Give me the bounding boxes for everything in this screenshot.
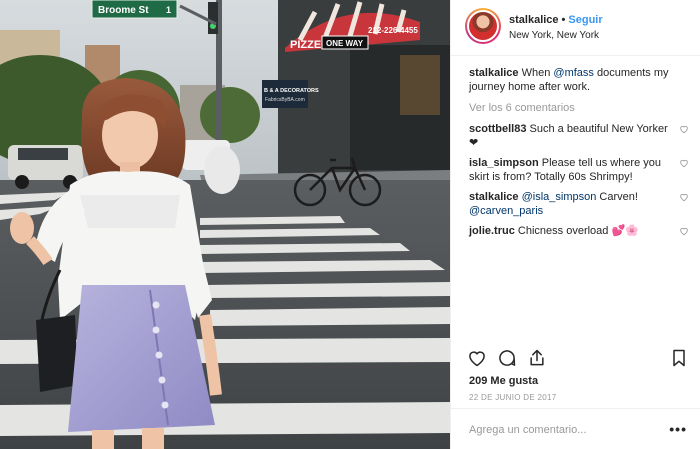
avatar-story-ring[interactable] <box>465 8 501 44</box>
bookmark-icon[interactable] <box>669 348 689 368</box>
one-way-text: ONE WAY <box>326 39 364 48</box>
right-leg <box>142 428 164 449</box>
shop-sign-line2: FabricsByBA.com <box>265 97 305 103</box>
caption-username[interactable]: stalkalice <box>469 67 519 79</box>
comment: isla_simpson Please tell us where you sk… <box>469 156 689 184</box>
post-photo[interactable]: PIZZERIA 212-226-4455 ONE WAY B & A DECO… <box>0 0 450 449</box>
trash-bag <box>204 146 240 194</box>
comment-mention[interactable]: @carven_paris <box>469 205 543 217</box>
comment: scottbell83 Such a beautiful New Yorker … <box>469 122 689 150</box>
street-sign-text: Broome St <box>98 5 149 16</box>
comment-username[interactable]: isla_simpson <box>469 157 539 169</box>
header-separator: • <box>561 14 566 26</box>
comment-text: Chicness overload 💕🌸 <box>517 225 639 237</box>
comment-text: Carven! <box>596 191 638 203</box>
instagram-post: PIZZERIA 212-226-4455 ONE WAY B & A DECO… <box>0 0 700 449</box>
comment-mention[interactable]: @isla_simpson <box>522 191 597 203</box>
post-date[interactable]: 22 DE JUNIO DE 2017 <box>469 393 557 402</box>
street-sign-suffix: 1 <box>166 5 171 15</box>
view-all-comments-link[interactable]: Ver los 6 comentarios <box>469 102 689 114</box>
pizzeria-phone: 212-226-4455 <box>368 26 418 35</box>
shop-lights <box>400 55 440 115</box>
header-user-line: stalkalice • Seguir <box>509 14 603 26</box>
left-hand <box>10 212 34 244</box>
caption: stalkalice When @mfass documents my jour… <box>469 66 689 94</box>
heart-icon[interactable] <box>679 226 689 236</box>
post-header: stalkalice • Seguir New York, New York <box>451 0 700 56</box>
location-link[interactable]: New York, New York <box>509 30 599 41</box>
comments-section: stalkalice When @mfass documents my jour… <box>469 66 689 244</box>
comment-icon[interactable] <box>497 348 517 368</box>
tree <box>200 87 260 143</box>
car-window <box>18 148 68 160</box>
comment-username[interactable]: stalkalice <box>469 191 519 203</box>
post-side-panel: stalkalice • Seguir New York, New York sta… <box>450 0 700 449</box>
comment: jolie.truc Chicness overload 💕🌸 <box>469 224 689 238</box>
add-comment-input[interactable] <box>469 422 659 438</box>
traffic-light <box>208 2 218 34</box>
blouse-bib <box>80 195 180 228</box>
street-scene: PIZZERIA 212-226-4455 ONE WAY B & A DECO… <box>0 0 450 449</box>
share-icon[interactable] <box>527 348 547 368</box>
black-bag <box>36 315 78 392</box>
heart-icon[interactable] <box>467 348 487 368</box>
left-leg <box>92 430 114 449</box>
caption-text-before: When <box>521 67 554 79</box>
add-comment-bar: ••• <box>451 408 700 449</box>
heart-icon[interactable] <box>679 124 689 134</box>
heart-icon[interactable] <box>679 158 689 168</box>
heart-icon[interactable] <box>679 192 689 202</box>
avatar[interactable] <box>467 10 499 42</box>
comment-username[interactable]: scottbell83 <box>469 123 526 135</box>
likes-count[interactable]: 209 Me gusta <box>469 375 538 387</box>
caption-mention[interactable]: @mfass <box>553 67 594 79</box>
car-wheel <box>15 175 29 189</box>
header-username[interactable]: stalkalice <box>509 14 559 26</box>
comment: stalkalice @isla_simpson Carven! @carven… <box>469 190 689 218</box>
more-options-button[interactable]: ••• <box>669 421 687 437</box>
action-bar <box>467 348 689 370</box>
shop-sign <box>262 80 308 108</box>
follow-button[interactable]: Seguir <box>568 14 602 26</box>
comment-username[interactable]: jolie.truc <box>469 225 515 237</box>
shop-sign-line1: B & A DECORATORS <box>264 88 319 94</box>
